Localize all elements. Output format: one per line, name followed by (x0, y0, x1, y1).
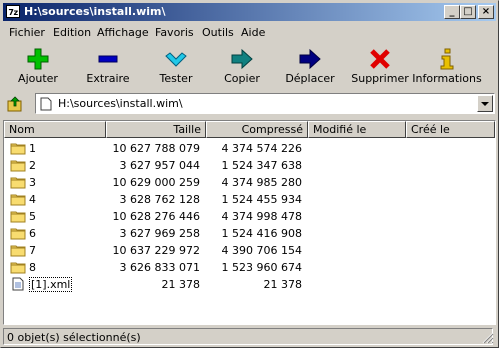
list-item[interactable]: 3 10 629 000 259 4 374 985 280 (4, 174, 495, 191)
list-header: Nom Taille Compressé Modifié le Créé le (4, 121, 495, 138)
menu-outils[interactable]: Outils (202, 26, 234, 39)
close-button[interactable]: × (478, 5, 494, 19)
status-bar: 0 objet(s) sélectionné(s) (3, 327, 496, 346)
resize-grip-icon[interactable] (482, 332, 494, 344)
item-packed-size: 21 378 (263, 278, 303, 291)
address-combobox[interactable]: H:\sources\install.wim\ (35, 93, 495, 114)
toolbar: Ajouter Extraire Tester Copier Déplacer (3, 44, 496, 90)
column-header-modified[interactable]: Modifié le (308, 121, 406, 138)
plus-icon (27, 48, 49, 70)
app-icon[interactable]: 7z (6, 5, 20, 18)
list-item[interactable]: 23 627 957 044 1 524 347 638 (4, 157, 495, 174)
window-title: H:\sources\install.wim\ (24, 5, 166, 18)
list-item[interactable]: 5 10 628 276 446 4 374 998 478 (4, 208, 495, 225)
info-icon (440, 48, 454, 70)
column-header-packed[interactable]: Compressé (206, 121, 308, 138)
chevron-down-icon (481, 102, 489, 106)
title-bar[interactable]: 7z H:\sources\install.wim\ _ □ × (3, 3, 496, 21)
menu-aide[interactable]: Aide (241, 26, 265, 39)
item-packed-size: 4 374 998 478 (221, 210, 302, 223)
column-header-created[interactable]: Créé le (406, 121, 495, 138)
file-icon (40, 97, 52, 111)
column-header-name[interactable]: Nom (4, 121, 106, 138)
list-item[interactable]: 63 627 969 258 1 524 416 908 (4, 225, 495, 242)
move-arrow-icon (299, 48, 321, 70)
menu-affichage[interactable]: Affichage (97, 26, 149, 39)
menu-edition[interactable]: Edition (53, 26, 91, 39)
window: 7z H:\sources\install.wim\ _ □ × Fichier… (0, 0, 499, 348)
item-packed-size: 4 374 985 280 (221, 176, 302, 189)
menu-fichier[interactable]: Fichier (9, 26, 45, 39)
menu-bar: Fichier Edition Affichage Favoris Outils… (3, 23, 496, 42)
column-header-size[interactable]: Taille (106, 121, 206, 138)
list-item[interactable]: [1].xml 21 378 21 378 (4, 276, 495, 293)
minimize-button[interactable]: _ (444, 5, 460, 19)
check-icon (165, 52, 187, 67)
list-item[interactable]: 1 10 627 788 079 4 374 574 226 (4, 140, 495, 157)
address-bar: H:\sources\install.wim\ (3, 92, 496, 116)
address-input[interactable]: H:\sources\install.wim\ (58, 97, 183, 110)
address-dropdown-button[interactable] (477, 95, 493, 112)
item-packed-size: 4 390 706 154 (221, 244, 302, 257)
item-packed-size: 1 524 347 638 (221, 159, 302, 172)
info-button[interactable]: Informations (412, 44, 482, 90)
list-item[interactable]: 83 626 833 071 1 523 960 674 (4, 259, 495, 276)
info-label: Informations (412, 72, 482, 85)
item-packed-size: 4 374 574 226 (221, 142, 302, 155)
minus-icon (98, 55, 118, 63)
file-list[interactable]: Nom Taille Compressé Modifié le Créé le … (3, 120, 496, 325)
item-packed-size: 1 524 455 934 (221, 193, 302, 206)
maximize-button[interactable]: □ (460, 5, 476, 19)
copy-arrow-icon (231, 48, 253, 70)
item-packed-size: 1 523 960 674 (221, 261, 302, 274)
list-item[interactable]: 43 628 762 128 1 524 455 934 (4, 191, 495, 208)
status-text: 0 objet(s) sélectionné(s) (3, 328, 493, 345)
item-packed-size: 1 524 416 908 (221, 227, 302, 240)
delete-x-icon (370, 49, 390, 69)
list-item[interactable]: 7 10 637 229 972 4 390 706 154 (4, 242, 495, 259)
folder-up-icon[interactable] (7, 96, 23, 112)
menu-favoris[interactable]: Favoris (155, 26, 194, 39)
